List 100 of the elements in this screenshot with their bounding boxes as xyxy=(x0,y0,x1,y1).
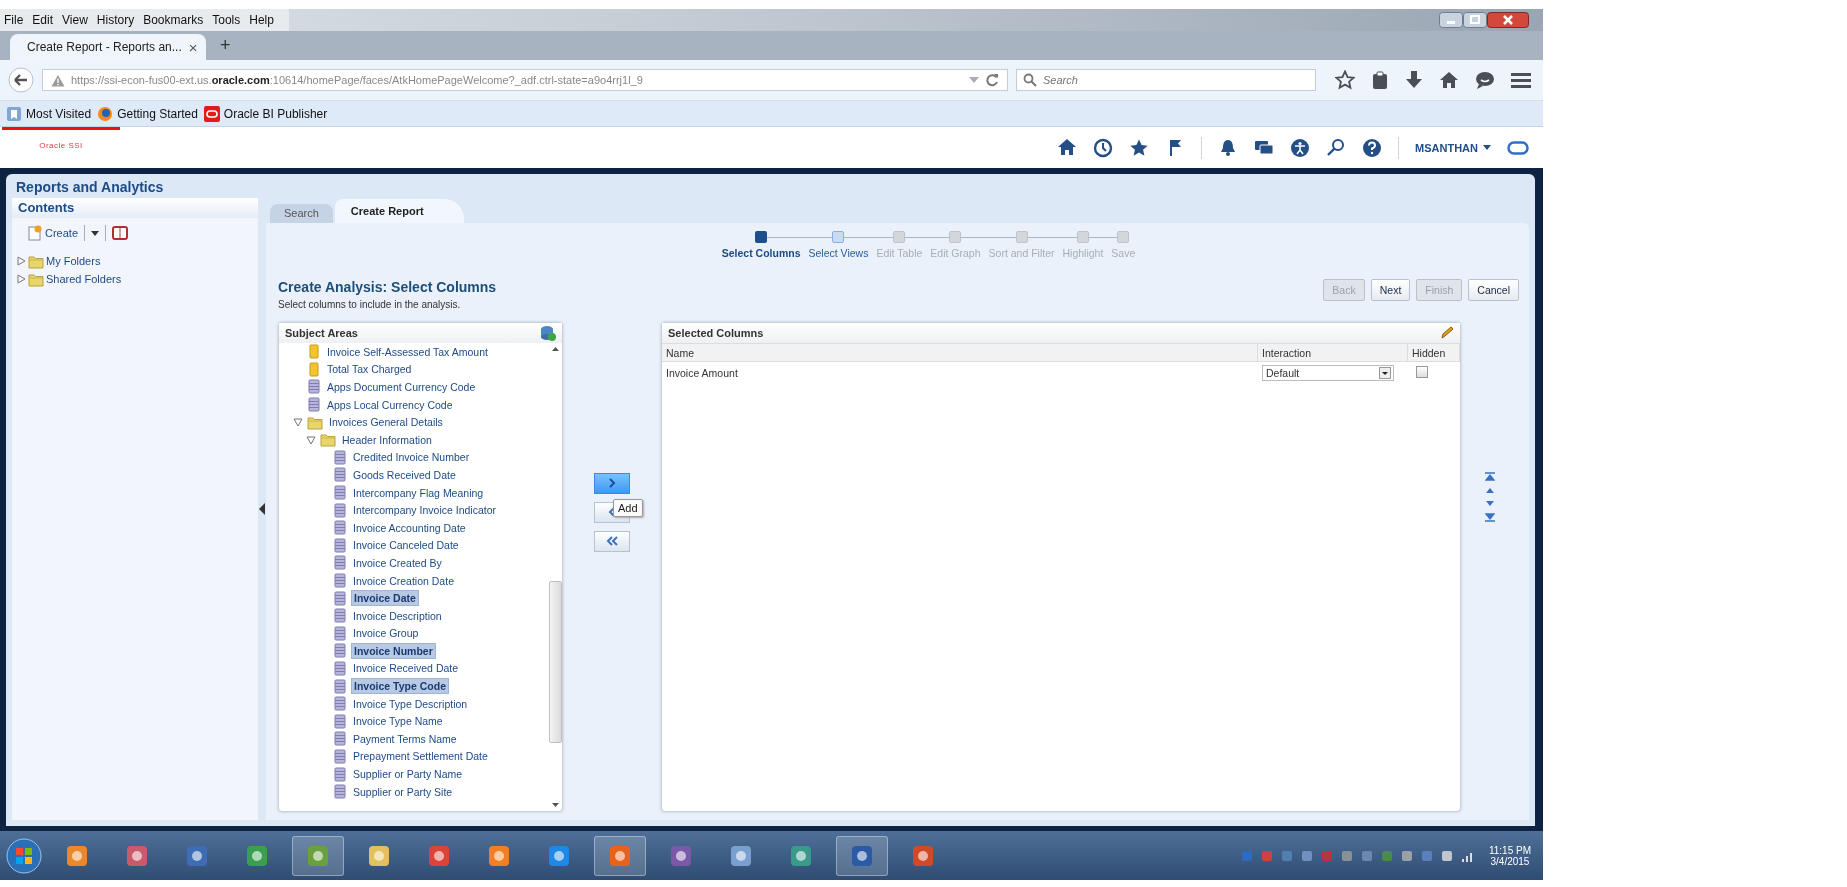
tree-item[interactable]: Invoice Group xyxy=(351,626,421,641)
app-icon[interactable] xyxy=(126,844,148,867)
move-bottom-icon[interactable] xyxy=(1485,513,1495,522)
clock-time[interactable]: 11:15 PM xyxy=(1488,844,1531,856)
clock-date[interactable]: 3/4/2015 xyxy=(1490,855,1530,867)
tree-item[interactable]: Intercompany Flag Meaning xyxy=(351,485,486,500)
tab[interactable]: Search xyxy=(270,204,333,223)
move-down-icon[interactable] xyxy=(1485,500,1495,507)
app-icon[interactable] xyxy=(790,844,812,867)
step-marker[interactable] xyxy=(832,231,845,243)
tree-item[interactable]: Invoice Canceled Date xyxy=(351,538,461,553)
move-top-icon[interactable] xyxy=(1485,472,1495,481)
menu-item[interactable]: File xyxy=(4,13,24,27)
home-icon[interactable] xyxy=(1057,137,1078,158)
add-button[interactable] xyxy=(594,472,630,494)
expanded-icon[interactable] xyxy=(306,434,316,445)
app-icon[interactable] xyxy=(670,844,692,867)
tree-item[interactable]: Invoice Date xyxy=(351,590,419,607)
maximize-button[interactable] xyxy=(1463,12,1487,28)
pencil-icon[interactable] xyxy=(1440,326,1454,340)
column-header[interactable]: Interaction xyxy=(1258,344,1408,361)
address-bar[interactable]: https://ssi-econ-fus00-ext.us.oracle.com:10614/homePage/faces/AtkHomePageWelcome?_adf.ctrl-state=a9o4rrj1l_9 xyxy=(42,69,1008,91)
tree-item[interactable]: Payment Terms Name xyxy=(351,731,459,746)
new-tab-button[interactable]: + xyxy=(220,35,231,56)
move-up-icon[interactable] xyxy=(1485,487,1495,494)
download-icon[interactable] xyxy=(1405,70,1423,90)
folder-item[interactable]: Header Information xyxy=(340,432,434,447)
tree-item[interactable]: Apps Document Currency Code xyxy=(325,380,478,394)
app-icon[interactable] xyxy=(368,844,390,867)
menu-item[interactable]: Help xyxy=(249,13,274,27)
app-icon[interactable] xyxy=(428,844,450,867)
app-icon[interactable] xyxy=(488,844,510,867)
tree-item[interactable]: Invoice Type Code xyxy=(351,678,449,695)
tree-item[interactable]: Goods Received Date xyxy=(351,467,458,482)
tree-item[interactable]: Invoice Self-Assessed Tax Amount xyxy=(325,344,490,359)
app-icon[interactable] xyxy=(912,844,934,867)
tray-icon[interactable] xyxy=(1440,849,1453,862)
wizard-button[interactable]: Cancel xyxy=(1468,279,1519,301)
bookmark-link[interactable]: Getting Started xyxy=(97,105,198,122)
search-icon[interactable] xyxy=(1326,137,1347,158)
tree-item[interactable]: Invoice Creation Date xyxy=(351,573,456,588)
folder-item[interactable]: Invoices General Details xyxy=(327,415,445,430)
tree-item[interactable]: Prepayment Settlement Date xyxy=(351,749,490,764)
tree-item[interactable]: Intercompany Invoice Indicator xyxy=(351,503,498,518)
column-header[interactable]: Name xyxy=(662,344,1258,361)
help-icon[interactable] xyxy=(1362,137,1383,158)
app-icon[interactable] xyxy=(186,844,208,867)
tree-item[interactable]: Invoice Created By xyxy=(351,555,444,570)
start-button[interactable] xyxy=(6,837,42,874)
hidden-checkbox[interactable] xyxy=(1416,366,1428,378)
app-icon[interactable] xyxy=(851,844,873,867)
app-icon[interactable] xyxy=(307,844,329,867)
menu-item[interactable]: View xyxy=(62,13,88,27)
app-icon[interactable] xyxy=(246,844,268,867)
accessibility-icon[interactable] xyxy=(1290,137,1311,158)
tree-item[interactable]: Invoice Description xyxy=(351,608,444,623)
step-label[interactable]: Select Views xyxy=(804,243,873,259)
bookmark-link[interactable]: Most Visited xyxy=(6,105,92,122)
app-icon[interactable] xyxy=(548,844,570,867)
scrollbar-thumb[interactable] xyxy=(549,581,562,743)
user-menu[interactable]: MSANTHAN xyxy=(1415,141,1491,154)
menu-item[interactable]: Tools xyxy=(212,13,241,27)
tree-item[interactable]: Invoice Number xyxy=(351,642,436,659)
collapsed-icon[interactable] xyxy=(16,274,26,284)
tree-item[interactable]: Apps Local Currency Code xyxy=(325,397,455,412)
menu-item[interactable]: Bookmarks xyxy=(143,13,204,27)
home-icon[interactable] xyxy=(1439,71,1459,89)
tree-item[interactable]: Supplier or Party Name xyxy=(351,767,465,782)
tree-item[interactable]: Total Tax Charged xyxy=(325,362,414,377)
menu-item[interactable]: History xyxy=(96,13,135,27)
wizard-button[interactable]: Next xyxy=(1370,279,1411,301)
column-header[interactable]: Hidden xyxy=(1408,344,1460,361)
scroll-up-icon[interactable] xyxy=(551,347,559,351)
reload-icon[interactable] xyxy=(985,73,999,87)
app-icon[interactable] xyxy=(609,844,631,867)
folder-item[interactable]: Shared Folders xyxy=(46,273,122,285)
tree-item[interactable]: Invoice Received Date xyxy=(351,661,461,676)
clipboard-icon[interactable] xyxy=(1371,70,1389,90)
caret-icon[interactable] xyxy=(91,230,100,236)
tree-item[interactable]: Invoice Type Description xyxy=(351,696,470,711)
back-button[interactable] xyxy=(8,67,34,93)
scroll-down-icon[interactable] xyxy=(551,803,559,807)
database-add-icon[interactable] xyxy=(540,325,556,341)
tree-item[interactable]: Supplier or Party Site xyxy=(351,784,455,799)
app-icon[interactable] xyxy=(66,844,88,867)
expanded-icon[interactable] xyxy=(293,417,303,428)
tree-item[interactable]: Invoice Accounting Date xyxy=(351,520,468,535)
clock-icon[interactable] xyxy=(1093,137,1114,158)
menu-item[interactable]: Edit xyxy=(32,13,54,27)
tree-item[interactable]: Credited Invoice Number xyxy=(351,450,472,465)
book-icon[interactable] xyxy=(112,226,129,240)
tab[interactable]: Create Report xyxy=(334,199,464,223)
app-icon[interactable] xyxy=(730,844,752,867)
menu-icon[interactable] xyxy=(1511,71,1531,89)
folder-item[interactable]: My Folders xyxy=(46,255,101,267)
step-label[interactable]: Select Columns xyxy=(717,243,805,259)
star-icon[interactable] xyxy=(1335,70,1355,90)
close-tab-button[interactable]: × xyxy=(188,38,198,56)
remove-all-button[interactable] xyxy=(594,530,630,552)
chat-icon[interactable] xyxy=(1475,71,1495,89)
